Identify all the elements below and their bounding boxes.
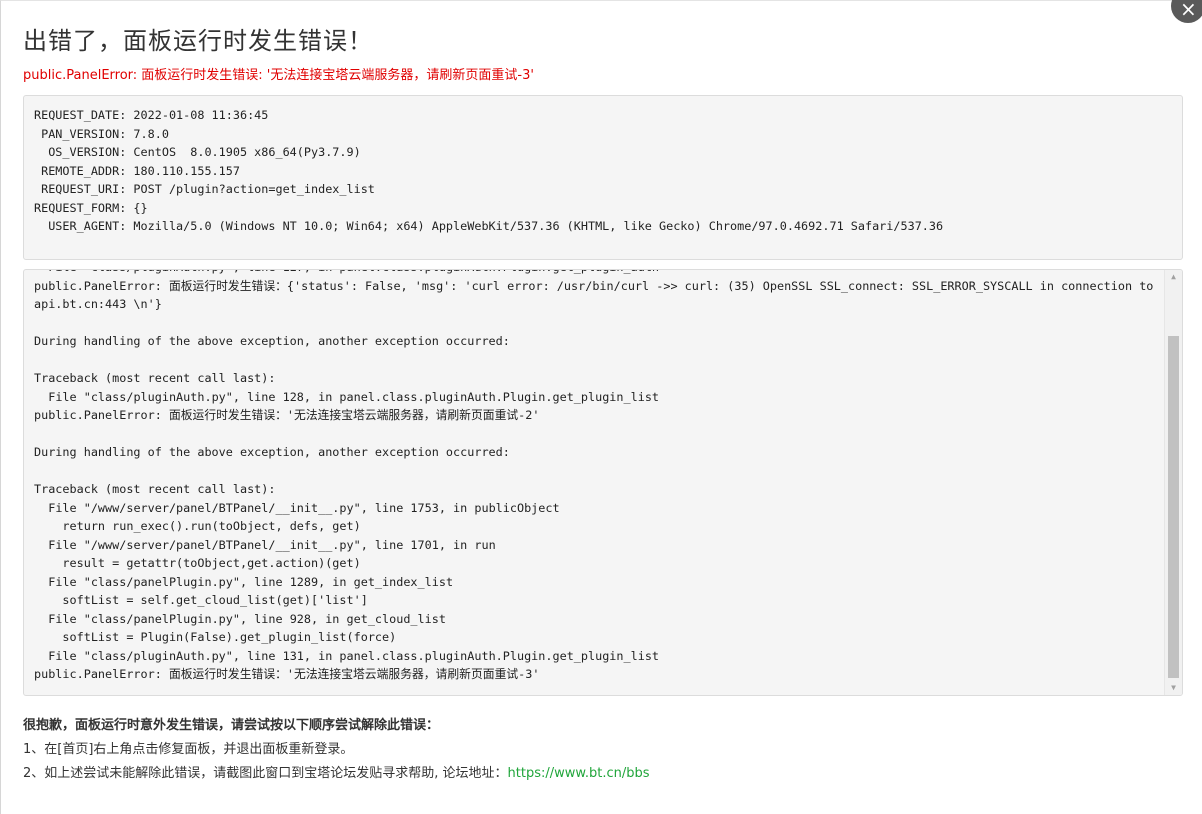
traceback-line: public.PanelError: 面板运行时发生错误：'无法连接宝塔云端服务… — [34, 667, 540, 681]
traceback-line: File "class/panelPlugin.py", line 1289, … — [34, 574, 454, 589]
traceback-line — [34, 425, 1162, 444]
traceback-line: return run_exec().run(toObject, defs, ge… — [34, 519, 361, 533]
traceback-line: File "class/pluginAuth.py", line 128, in… — [34, 389, 660, 404]
error-dialog: × 出错了，面板运行时发生错误！ public.PanelError: 面板运行… — [0, 0, 1202, 814]
request-info-line: OS_VERSION: CentOS 8.0.1905 x86_64(Py3.7… — [34, 145, 361, 159]
traceback-line: File "/www/server/panel/BTPanel/__init__… — [34, 500, 560, 515]
request-info-line: REQUEST_DATE: 2022-01-08 11:36:45 — [34, 108, 269, 122]
dialog-title: 出错了，面板运行时发生错误！ — [23, 27, 373, 55]
traceback-line: File "/www/server/panel/BTPanel/__init__… — [34, 537, 496, 552]
forum-link[interactable]: https://www.bt.cn/bbs — [508, 766, 650, 781]
request-info-line: REQUEST_URI: POST /plugin?action=get_ind… — [34, 182, 375, 196]
request-info-line: PAN_VERSION: 7.8.0 — [34, 126, 169, 141]
traceback-line: softList = self.get_cloud_list(get)['lis… — [34, 593, 368, 607]
traceback-line: softList = Plugin(False).get_plugin_list… — [34, 630, 397, 644]
request-info-box: REQUEST_DATE: 2022-01-08 11:36:45 PAN_VE… — [23, 95, 1183, 260]
traceback-scrollbar[interactable]: ▲ ▼ — [1164, 270, 1182, 695]
help-title: 很抱歉，面板运行时意外发生错误，请尝试按以下顺序尝试解除此错误： — [23, 718, 440, 733]
request-info-line: REQUEST_FORM: {} — [34, 200, 148, 215]
help-step-2: 2、如上述尝试未能解除此错误，请截图此窗口到宝塔论坛发贴寻求帮助, 论坛地址：h… — [23, 762, 650, 786]
traceback-line: During handling of the above exception, … — [34, 334, 510, 348]
help-step-1: 1、在[首页]右上角点击修复面板，并退出面板重新登录。 — [23, 742, 354, 757]
traceback-line: Traceback (most recent call last): — [34, 371, 276, 385]
traceback-line: File "class/panelPlugin.py", line 928, i… — [34, 611, 446, 626]
traceback-line: public.PanelError: 面板运行时发生错误：'无法连接宝塔云端服务… — [34, 408, 540, 422]
traceback-line: During handling of the above exception, … — [34, 445, 510, 459]
request-info-line: USER_AGENT: Mozilla/5.0 (Windows NT 10.0… — [34, 219, 944, 233]
traceback-content: File "class/pluginAuth.py", line 127, in… — [34, 270, 1162, 684]
scroll-up-arrow-icon[interactable]: ▲ — [1165, 270, 1182, 284]
scroll-thumb[interactable] — [1168, 336, 1179, 678]
traceback-line — [34, 351, 1162, 370]
traceback-line: Traceback (most recent call last): — [34, 482, 276, 496]
close-button[interactable]: × — [1171, 0, 1202, 23]
help-section: 很抱歉，面板运行时意外发生错误，请尝试按以下顺序尝试解除此错误： 1、在[首页]… — [23, 714, 650, 786]
help-step-2-text: 2、如上述尝试未能解除此错误，请截图此窗口到宝塔论坛发贴寻求帮助, 论坛地址： — [23, 766, 508, 781]
traceback-line — [34, 314, 1162, 333]
traceback-line: File "class/pluginAuth.py", line 131, in… — [34, 648, 660, 663]
error-summary: public.PanelError: 面板运行时发生错误: '无法连接宝塔云端服… — [23, 68, 534, 83]
traceback-line: public.PanelError: 面板运行时发生错误：{'status': … — [34, 278, 1161, 312]
traceback-box[interactable]: File "class/pluginAuth.py", line 127, in… — [23, 269, 1183, 696]
traceback-line: File "class/pluginAuth.py", line 127, in… — [34, 270, 1162, 277]
traceback-line — [34, 462, 1162, 481]
request-info-line: REMOTE_ADDR: 180.110.155.157 — [34, 163, 240, 178]
scroll-down-arrow-icon[interactable]: ▼ — [1165, 681, 1182, 695]
traceback-line: result = getattr(toObject,get.action)(ge… — [34, 556, 361, 570]
